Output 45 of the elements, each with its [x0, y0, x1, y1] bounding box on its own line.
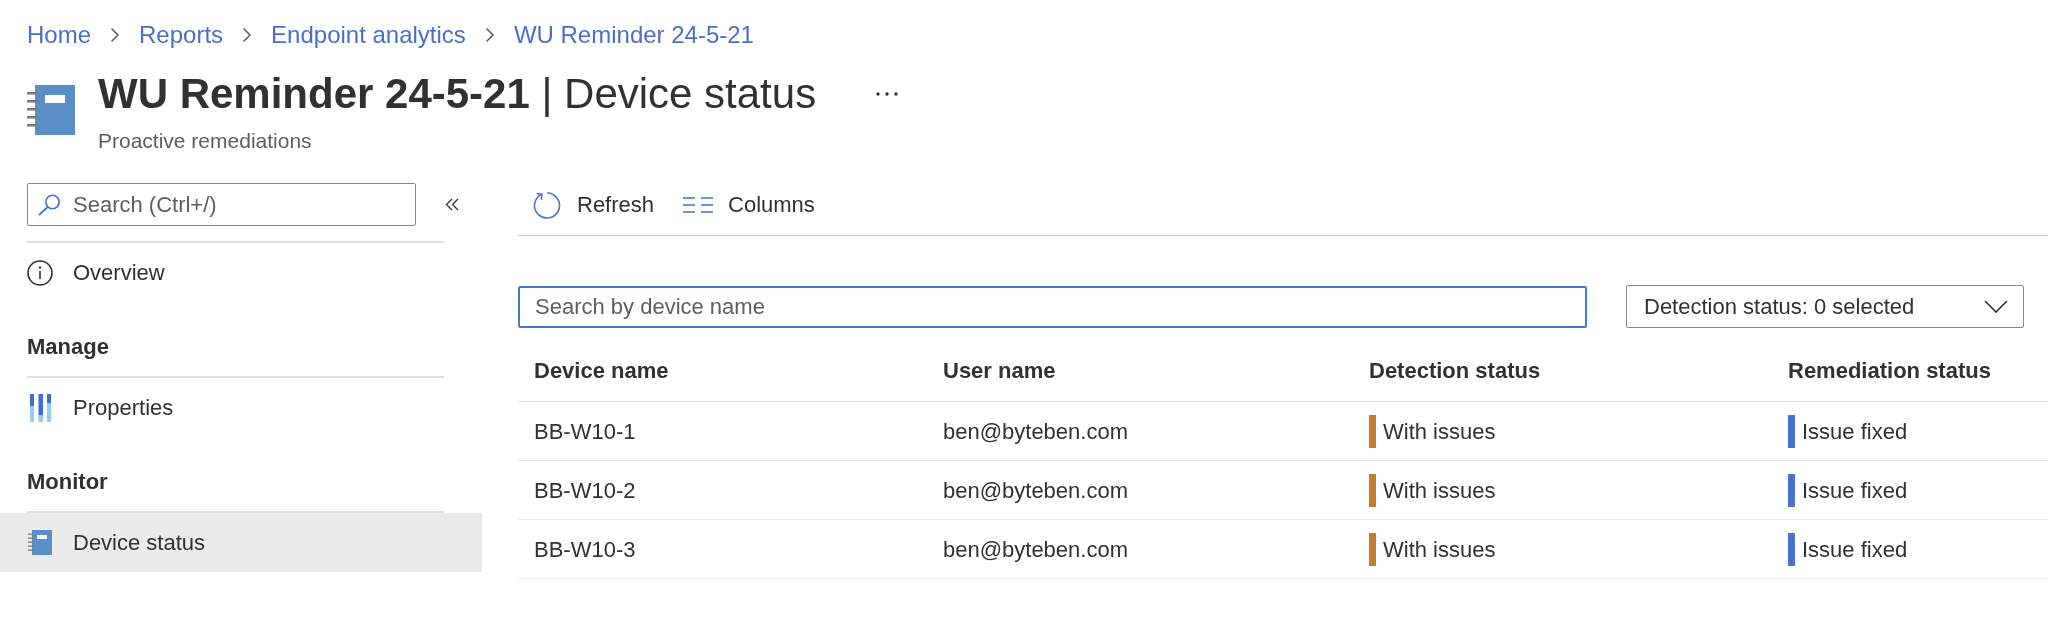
chevron-right-icon: [242, 27, 253, 43]
page-subtitle: Proactive remediations: [98, 128, 312, 154]
status-label: Issue fixed: [1802, 417, 1908, 446]
status-label: Issue fixed: [1802, 476, 1908, 505]
status-label: With issues: [1383, 417, 1496, 446]
table-cell: ben@byteben.com: [943, 418, 1128, 444]
search-field[interactable]: Search by device name: [518, 285, 1587, 328]
sidebar-item[interactable]: Overview: [0, 243, 482, 302]
page-title: WU Reminder 24-5-21 | Device status: [98, 69, 817, 119]
columns-button[interactable]: Columns: [683, 188, 815, 221]
chevron-right-icon: [110, 27, 121, 43]
notebook-icon: [28, 530, 52, 555]
status-label: With issues: [1383, 535, 1496, 564]
breadcrumb-link[interactable]: Endpoint analytics: [271, 20, 466, 50]
table-cell: ben@byteben.com: [943, 477, 1128, 503]
info-icon: [27, 259, 53, 286]
chevron-down-icon: [1984, 300, 2008, 313]
status-label: With issues: [1383, 476, 1496, 505]
column-header: Device name: [533, 357, 670, 385]
table-cell: ben@byteben.com: [943, 536, 1128, 562]
column-header: Remediation status: [1787, 357, 1992, 385]
column-header: User name: [942, 357, 1057, 385]
double-chevron-icon[interactable]: [445, 198, 459, 211]
filter-dropdown[interactable]: Detection status: 0 selected: [1626, 285, 2024, 328]
notebook-icon: [27, 85, 75, 135]
sidebar-item[interactable]: Properties: [0, 378, 482, 437]
search-field[interactable]: Search (Ctrl+/): [27, 183, 416, 226]
sidebar-item[interactable]: Device status: [0, 513, 482, 572]
chevron-right-icon: [484, 27, 495, 43]
refresh-button[interactable]: Refresh: [532, 188, 655, 221]
refresh-icon: [532, 189, 562, 220]
bars-icon: [29, 393, 51, 422]
breadcrumb-link[interactable]: Reports: [139, 20, 224, 50]
breadcrumb-link[interactable]: Home: [27, 20, 92, 50]
columns-icon: [683, 196, 714, 213]
table-cell: BB-W10-3: [534, 536, 636, 562]
search-icon: [38, 194, 61, 216]
section-heading: Monitor: [26, 468, 108, 496]
status-label: Issue fixed: [1802, 535, 1908, 564]
section-heading: Manage: [26, 333, 109, 361]
table-cell: BB-W10-2: [534, 477, 636, 503]
breadcrumb-link[interactable]: WU Reminder 24-5-21: [513, 20, 754, 50]
column-header: Detection status: [1368, 357, 1542, 385]
more-icon[interactable]: [876, 92, 899, 96]
table-cell: BB-W10-1: [534, 418, 636, 444]
